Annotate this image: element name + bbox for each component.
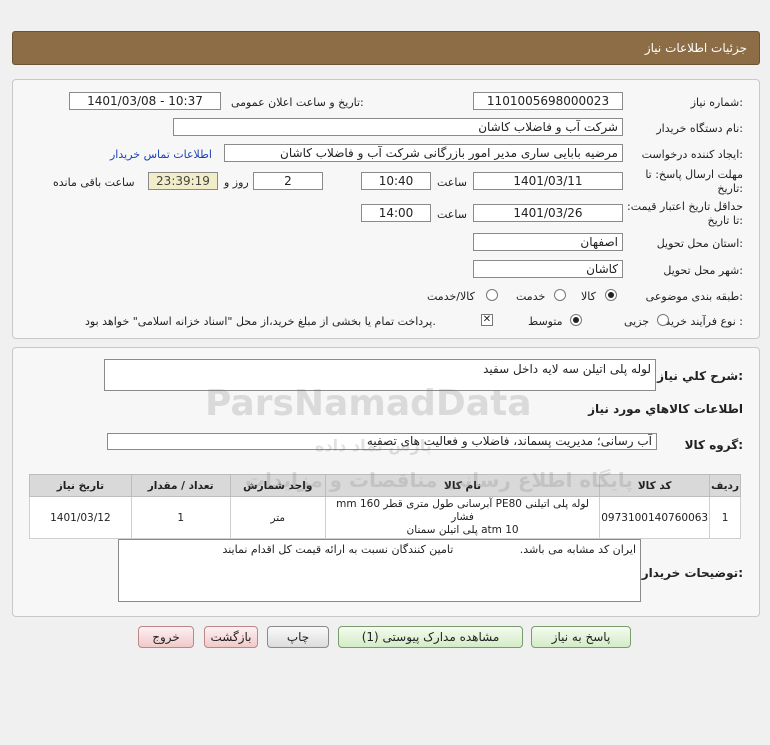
exit-button[interactable]: خروج bbox=[138, 626, 194, 648]
reply-deadline-label: مهلت ارسال پاسخ: تا تاریخ: bbox=[645, 168, 743, 195]
reply-date-field: 1401/03/11 bbox=[473, 172, 623, 190]
city-label: شهر محل تحویل: bbox=[663, 264, 743, 277]
col-date-header: تاریخ نیاز bbox=[29, 474, 132, 497]
treasury-payment-note: پرداخت تمام یا بخشی از مبلغ خرید،از محل … bbox=[85, 315, 436, 328]
days-label: روز و bbox=[224, 176, 249, 189]
announce-label: تاریخ و ساعت اعلان عمومی: bbox=[231, 96, 364, 109]
remaining-time-field: 23:39:19 bbox=[148, 172, 218, 190]
row-quantity: 1 bbox=[130, 496, 231, 539]
days-remaining-field: 2 bbox=[253, 172, 323, 190]
category-service-label: خدمت bbox=[516, 290, 546, 303]
reply-to-need-button[interactable]: پاسخ به نیاز bbox=[531, 626, 631, 648]
buyer-notes-field: ایران کد مشابه می باشد. تامین کنندگان نس… bbox=[118, 539, 641, 602]
col-quantity-header: تعداد / مقدار bbox=[130, 474, 231, 497]
row-date: 1401/03/12 bbox=[29, 496, 132, 539]
need-number-field: 1101005698000023 bbox=[473, 92, 623, 110]
price-validity-time-field: 14:00 bbox=[361, 204, 431, 222]
buyer-notes-label: توضیحات خریدار: bbox=[641, 566, 743, 580]
process-minor-radio[interactable] bbox=[657, 314, 669, 326]
buyer-org-label: نام دستگاه خریدار: bbox=[656, 122, 743, 135]
goods-group-label: گروه کالا: bbox=[684, 438, 743, 452]
col-index-header: ردیف bbox=[709, 474, 741, 497]
process-medium-label: متوسط bbox=[528, 315, 563, 328]
need-number-label: شماره نیاز: bbox=[690, 96, 743, 109]
category-goods-service-radio[interactable] bbox=[486, 289, 498, 301]
goods-group-field: آب رسانی؛ مدیریت پسماند، فاضلاب و فعالیت… bbox=[107, 433, 657, 450]
row-unit: متر bbox=[229, 496, 326, 539]
page-title: جزئیات اطلاعات نیاز bbox=[644, 41, 747, 55]
page-header: جزئیات اطلاعات نیاز bbox=[12, 31, 760, 65]
row-name: لوله پلی اتیلنی PE80 آبرسانی طول متری قط… bbox=[324, 496, 601, 539]
reply-time-label: ساعت bbox=[437, 176, 467, 189]
requester-label: ایجاد کننده درخواست: bbox=[641, 148, 743, 161]
reply-time-field: 10:40 bbox=[361, 172, 431, 190]
price-validity-date-field: 1401/03/26 bbox=[473, 204, 623, 222]
row-name-line2: 10 atm پلی اتیلن سمنان bbox=[406, 524, 519, 536]
col-unit-header: واحد شمارش bbox=[229, 474, 326, 497]
category-goods-label: کالا bbox=[581, 290, 596, 303]
process-medium-radio[interactable] bbox=[570, 314, 582, 326]
price-time-label: ساعت bbox=[437, 208, 467, 221]
province-label: استان محل تحویل: bbox=[656, 237, 743, 250]
requester-field: مرضیه بابایی ساری مدیر امور بازرگانی شرک… bbox=[224, 144, 623, 162]
buyer-contact-link[interactable]: اطلاعات تماس خریدار bbox=[110, 148, 212, 161]
category-label: طبقه بندی موضوعی: bbox=[645, 290, 743, 303]
category-goods-radio[interactable] bbox=[605, 289, 617, 301]
province-field: اصفهان bbox=[473, 233, 623, 251]
view-attachments-button[interactable]: مشاهده مدارک پیوستی (1) bbox=[338, 626, 523, 648]
summary-label: شرح کلي نياز: bbox=[657, 369, 743, 383]
category-goods-service-label: کالا/خدمت bbox=[427, 290, 475, 303]
category-service-radio[interactable] bbox=[554, 289, 566, 301]
row-index: 1 bbox=[709, 496, 741, 539]
city-field: کاشان bbox=[473, 260, 623, 278]
row-code: 0973100140760063 bbox=[599, 496, 711, 539]
process-label: نوع فرآیند خرید : bbox=[665, 315, 743, 328]
row-name-line1: لوله پلی اتیلنی PE80 آبرسانی طول متری قط… bbox=[336, 498, 589, 523]
back-button[interactable]: بازگشت bbox=[204, 626, 258, 648]
buyer-org-field: شرکت آب و فاضلاب کاشان bbox=[173, 118, 623, 136]
announce-datetime-field: 1401/03/08 - 10:37 bbox=[69, 92, 221, 110]
process-minor-label: جزیی bbox=[624, 315, 650, 328]
print-button[interactable]: چاپ bbox=[267, 626, 329, 648]
treasury-payment-checkbox[interactable]: ✕ bbox=[481, 314, 493, 326]
price-validity-label: حداقل تاریخ اعتبار قیمت: تا تاریخ: bbox=[627, 200, 743, 227]
goods-table-header: ردیف کد کالا نام کالا واحد شمارش تعداد /… bbox=[29, 474, 741, 497]
col-code-header: کد کالا bbox=[599, 474, 711, 497]
table-row: 1 0973100140760063 لوله پلی اتیلنی PE80 … bbox=[29, 496, 741, 539]
goods-table: ردیف کد کالا نام کالا واحد شمارش تعداد /… bbox=[29, 474, 741, 539]
remaining-time-label: ساعت باقی مانده bbox=[53, 176, 135, 189]
goods-section-title: اطلاعات کالاهاي مورد نياز bbox=[588, 402, 743, 416]
summary-field: لوله پلی اتیلن سه لایه داخل سفید bbox=[104, 359, 656, 391]
col-name-header: نام کالا bbox=[324, 474, 601, 497]
